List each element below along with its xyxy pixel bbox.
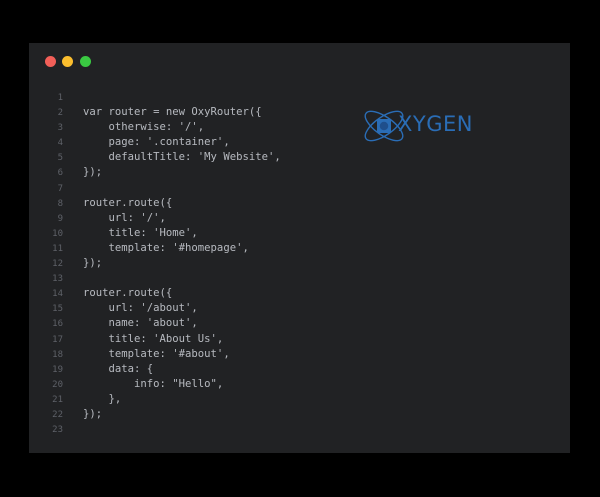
line-number: 8 xyxy=(57,198,63,209)
code-text: router.route({ xyxy=(83,287,173,300)
line-number: 16 xyxy=(52,319,63,330)
code-line: 12}); xyxy=(29,256,281,271)
line-number: 19 xyxy=(52,364,63,375)
code-text: template: '#homepage', xyxy=(83,241,249,254)
code-line: 21 }, xyxy=(29,392,281,407)
code-line: 1 xyxy=(29,90,281,105)
close-button[interactable] xyxy=(45,56,56,67)
line-number: 10 xyxy=(52,228,63,239)
line-number: 20 xyxy=(52,379,63,390)
code-text: name: 'about', xyxy=(83,317,198,330)
minimize-button[interactable] xyxy=(62,56,73,67)
code-line: 15 url: '/about', xyxy=(29,301,281,316)
code-text: router.route({ xyxy=(83,196,173,209)
line-number: 4 xyxy=(57,138,63,149)
code-line: 19 data: { xyxy=(29,362,281,377)
line-number: 6 xyxy=(57,168,63,179)
code-line: 17 title: 'About Us', xyxy=(29,332,281,347)
code-text: data: { xyxy=(83,362,154,375)
line-number: 5 xyxy=(57,153,63,164)
line-number: 22 xyxy=(52,409,63,420)
code-line: 4 page: '.container', xyxy=(29,135,281,150)
line-number: 23 xyxy=(52,425,63,436)
line-number: 9 xyxy=(57,213,63,224)
code-text: }); xyxy=(83,166,103,179)
logo-text: XYGEN xyxy=(398,112,473,136)
line-number: 3 xyxy=(57,123,63,134)
code-line: 22}); xyxy=(29,407,281,422)
code-text: template: '#about', xyxy=(83,347,230,360)
code-text: title: 'Home', xyxy=(83,226,198,239)
line-number: 21 xyxy=(52,394,63,405)
line-number: 12 xyxy=(52,259,63,270)
code-editor[interactable]: 1 2 var router = new OxyRouter({3 otherwis… xyxy=(29,90,281,437)
code-text: defaultTitle: 'My Website', xyxy=(83,151,281,164)
code-line: 3 otherwise: '/', xyxy=(29,120,281,135)
code-text: page: '.container', xyxy=(83,136,230,149)
code-line: 2 var router = new OxyRouter({ xyxy=(29,105,281,120)
code-text: }); xyxy=(83,257,103,270)
line-number: 18 xyxy=(52,349,63,360)
code-text: var router = new OxyRouter({ xyxy=(83,106,262,119)
line-number: 17 xyxy=(52,334,63,345)
oxygen-logo: XYGEN xyxy=(360,100,490,152)
code-text: }, xyxy=(83,392,122,405)
code-line: 6}); xyxy=(29,165,281,180)
line-number: 11 xyxy=(52,243,63,254)
code-line: 5 defaultTitle: 'My Website', xyxy=(29,150,281,165)
code-line: 20 info: "Hello", xyxy=(29,377,281,392)
code-line: 23 xyxy=(29,422,281,437)
code-line: 7 xyxy=(29,181,281,196)
line-number: 7 xyxy=(57,183,63,194)
code-line: 18 template: '#about', xyxy=(29,347,281,362)
code-line: 11 template: '#homepage', xyxy=(29,241,281,256)
line-number: 2 xyxy=(57,108,63,119)
line-number: 15 xyxy=(52,304,63,315)
code-line: 13 xyxy=(29,271,281,286)
title-bar xyxy=(29,43,570,79)
code-text: url: '/', xyxy=(83,211,166,224)
line-number: 13 xyxy=(52,274,63,285)
code-line: 10 title: 'Home', xyxy=(29,226,281,241)
code-text: title: 'About Us', xyxy=(83,332,224,345)
code-text: otherwise: '/', xyxy=(83,121,205,134)
code-line: 9 url: '/', xyxy=(29,211,281,226)
maximize-button[interactable] xyxy=(80,56,91,67)
code-line: 16 name: 'about', xyxy=(29,316,281,331)
code-text: info: "Hello", xyxy=(83,377,224,390)
code-text: url: '/about', xyxy=(83,302,198,315)
line-number: 1 xyxy=(57,93,63,103)
code-window: 1 2 var router = new OxyRouter({3 otherwis… xyxy=(29,43,570,453)
line-number: 14 xyxy=(52,289,63,300)
code-line: 8 router.route({ xyxy=(29,196,281,211)
code-line: 14 router.route({ xyxy=(29,286,281,301)
code-text: }); xyxy=(83,407,103,420)
